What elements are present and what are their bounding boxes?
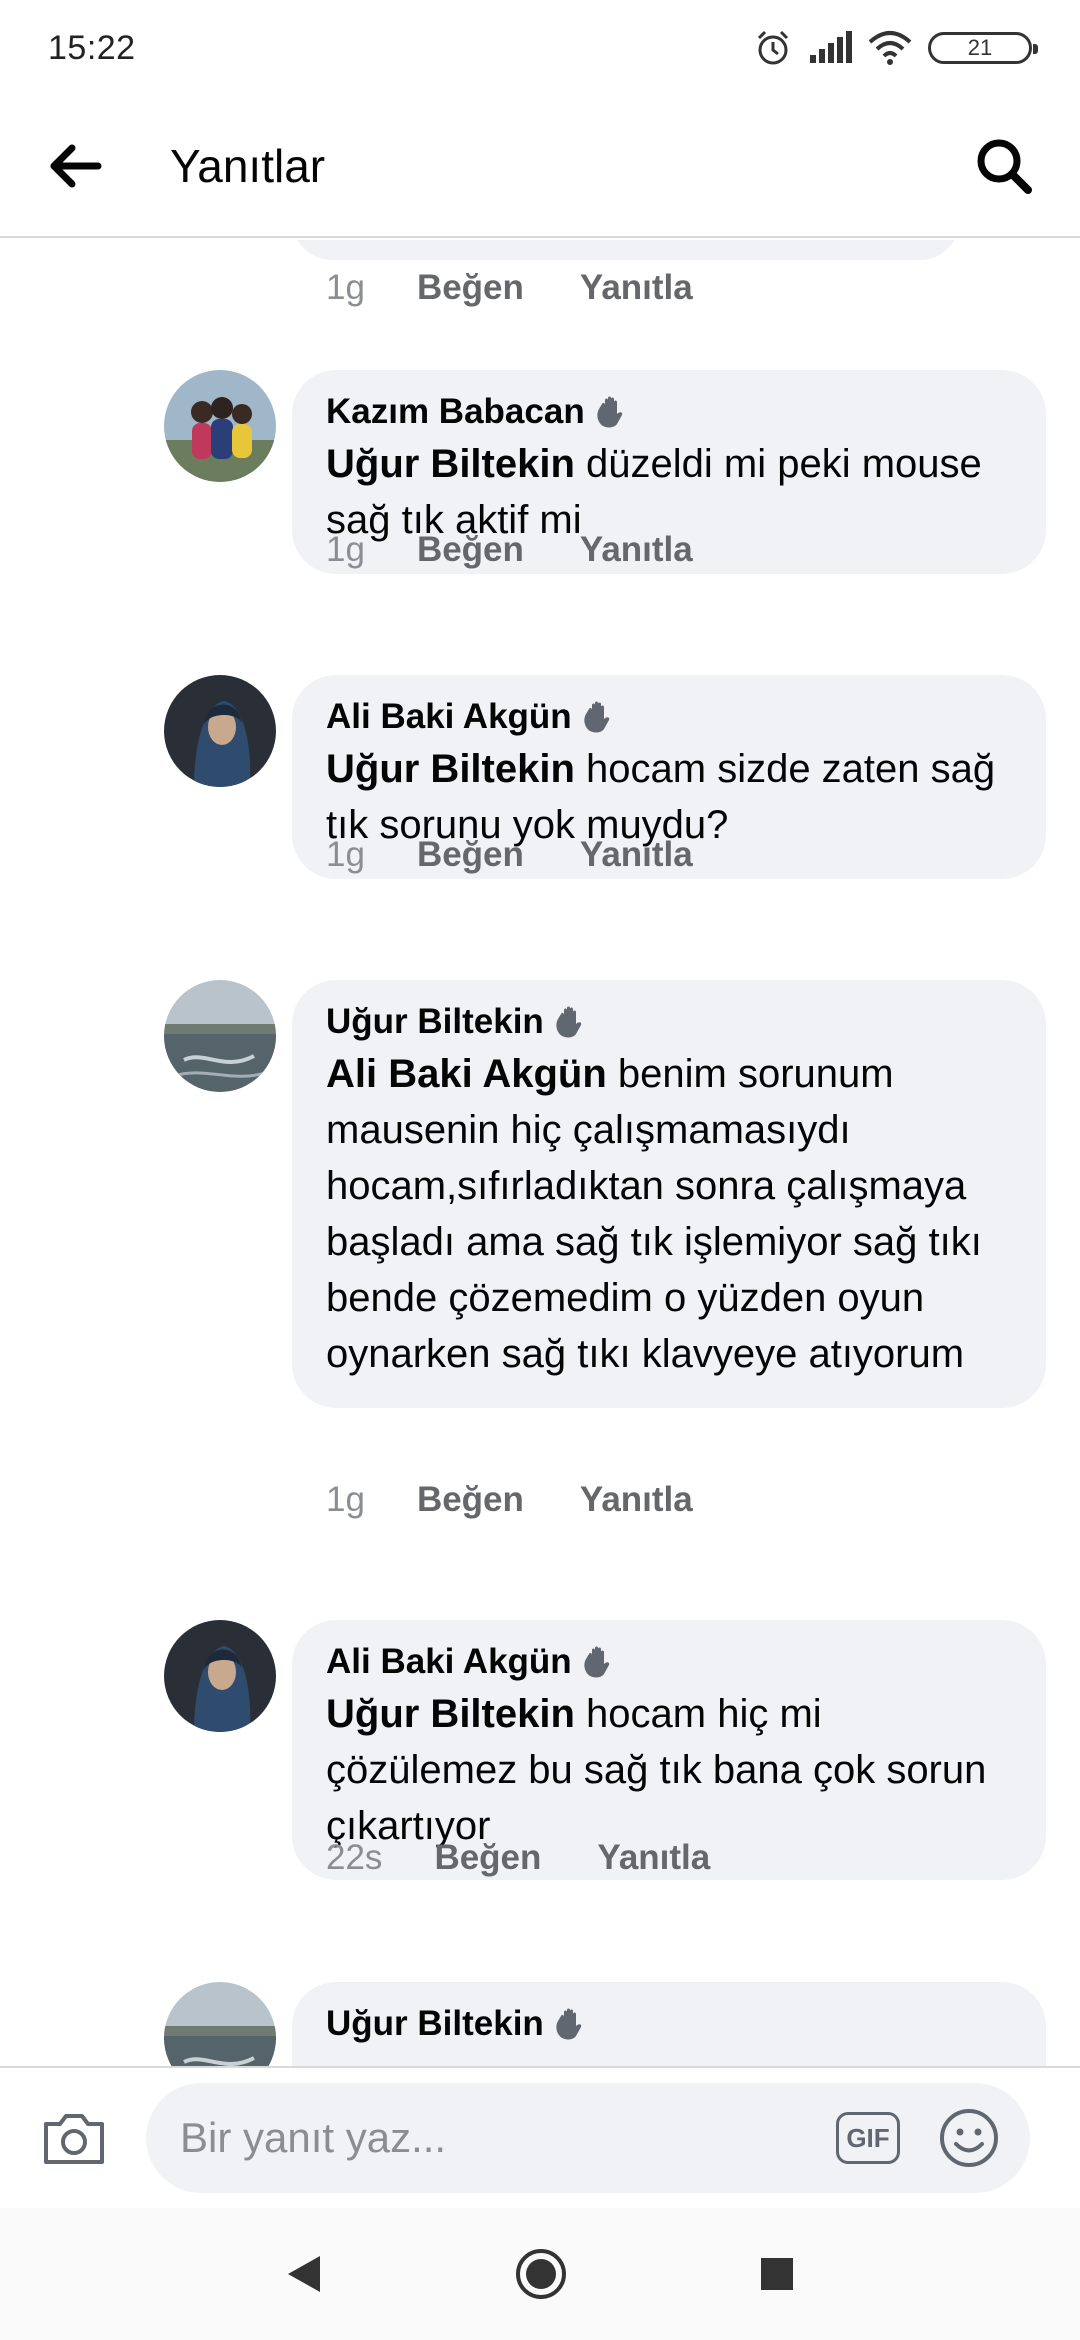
- battery-level: 21: [967, 35, 993, 60]
- wave-hand-icon: [597, 396, 622, 428]
- emoji-icon[interactable]: [938, 2107, 1000, 2169]
- wave-hand-icon: [556, 2008, 581, 2040]
- like-button[interactable]: Beğen: [417, 835, 524, 875]
- signal-icon: [810, 31, 852, 63]
- status-bar: 15:22 21: [0, 0, 1080, 96]
- nav-home-icon[interactable]: [514, 2247, 568, 2301]
- system-nav-bar: [0, 2208, 1080, 2340]
- reply-button[interactable]: Yanıtla: [580, 835, 693, 875]
- comment-body: Uğur Biltekin hocam hiç mi çözülemez bu …: [326, 1686, 1014, 1854]
- comment-actions: 1g Beğen Yanıtla: [326, 1480, 693, 1520]
- comment-author[interactable]: Uğur Biltekin: [326, 2004, 544, 2044]
- comment-time: 1g: [326, 1480, 365, 1519]
- status-icons: 21: [754, 29, 1038, 67]
- reply-button[interactable]: Yanıtla: [580, 530, 693, 570]
- comment-actions: 1g Beğen Yanıtla: [326, 268, 693, 308]
- mention-link[interactable]: Uğur Biltekin: [326, 747, 575, 791]
- comment-author[interactable]: Kazım Babacan: [326, 392, 585, 432]
- avatar[interactable]: [164, 1620, 276, 1732]
- avatar[interactable]: [164, 980, 276, 1092]
- mention-link[interactable]: Uğur Biltekin: [326, 442, 575, 486]
- status-time: 15:22: [48, 28, 136, 67]
- comment-time: 22s: [326, 1838, 383, 1877]
- like-button[interactable]: Beğen: [417, 268, 524, 308]
- reply-button[interactable]: Yanıtla: [580, 268, 693, 308]
- comment-bubble[interactable]: Uğur Biltekin: [292, 1982, 1046, 2066]
- comment-actions: 1g Beğen Yanıtla: [326, 530, 693, 570]
- like-button[interactable]: Beğen: [417, 1480, 524, 1520]
- mention-link[interactable]: Ali Baki Akgün: [326, 1052, 607, 1096]
- replies-feed[interactable]: 1g Beğen Yanıtla Kazım Babacan Uğur Bilt…: [0, 240, 1080, 2066]
- reply-input-placeholder: Bir yanıt yaz...: [180, 2114, 447, 2161]
- comment-author[interactable]: Ali Baki Akgün: [326, 697, 572, 737]
- nav-recents-icon[interactable]: [758, 2255, 796, 2293]
- reply-input[interactable]: Bir yanıt yaz... GIF: [146, 2083, 1030, 2193]
- avatar[interactable]: [164, 1982, 276, 2066]
- arrow-left-icon: [50, 144, 102, 188]
- comment-body: Ali Baki Akgün benim sorunum mausenin hi…: [326, 1046, 1014, 1382]
- avatar[interactable]: [164, 370, 276, 482]
- app-header: Yanıtlar: [0, 96, 1080, 238]
- alarm-icon: [757, 30, 789, 65]
- wave-hand-icon: [584, 1646, 609, 1678]
- back-button[interactable]: [40, 130, 112, 202]
- nav-back-icon[interactable]: [284, 2252, 324, 2296]
- comment-time: 1g: [326, 835, 365, 874]
- comment-text: benim sorunum mausenin hiç çalışmamasıyd…: [326, 1052, 982, 1376]
- camera-icon: [44, 2114, 104, 2164]
- gif-label: GIF: [846, 2122, 890, 2153]
- reply-button[interactable]: Yanıtla: [597, 1838, 710, 1878]
- comment-actions: 1g Beğen Yanıtla: [326, 835, 693, 875]
- comment-actions: 22s Beğen Yanıtla: [326, 1838, 710, 1878]
- comment-author[interactable]: Ali Baki Akgün: [326, 1642, 572, 1682]
- reply-composer: Bir yanıt yaz... GIF: [0, 2066, 1080, 2208]
- battery-indicator: 21: [928, 32, 1038, 64]
- comment-author[interactable]: Uğur Biltekin: [326, 1002, 544, 1042]
- reply-button[interactable]: Yanıtla: [580, 1480, 693, 1520]
- search-button[interactable]: [968, 130, 1040, 202]
- like-button[interactable]: Beğen: [417, 530, 524, 570]
- page-title: Yanıtlar: [170, 140, 326, 192]
- mention-link[interactable]: Uğur Biltekin: [326, 1692, 575, 1736]
- like-button[interactable]: Beğen: [434, 1838, 541, 1878]
- search-icon: [977, 139, 1032, 194]
- wave-hand-icon: [584, 701, 609, 733]
- comment-bubble[interactable]: Uğur Biltekin Ali Baki Akgün benim sorun…: [292, 980, 1046, 1408]
- gif-button[interactable]: GIF: [836, 2112, 900, 2164]
- wave-hand-icon: [556, 1006, 581, 1038]
- comment-bubble[interactable]: [292, 240, 960, 260]
- camera-button[interactable]: [38, 2102, 110, 2174]
- avatar[interactable]: [164, 675, 276, 787]
- wifi-icon: [868, 31, 912, 65]
- comment-time: 1g: [326, 268, 365, 307]
- comment-time: 1g: [326, 530, 365, 569]
